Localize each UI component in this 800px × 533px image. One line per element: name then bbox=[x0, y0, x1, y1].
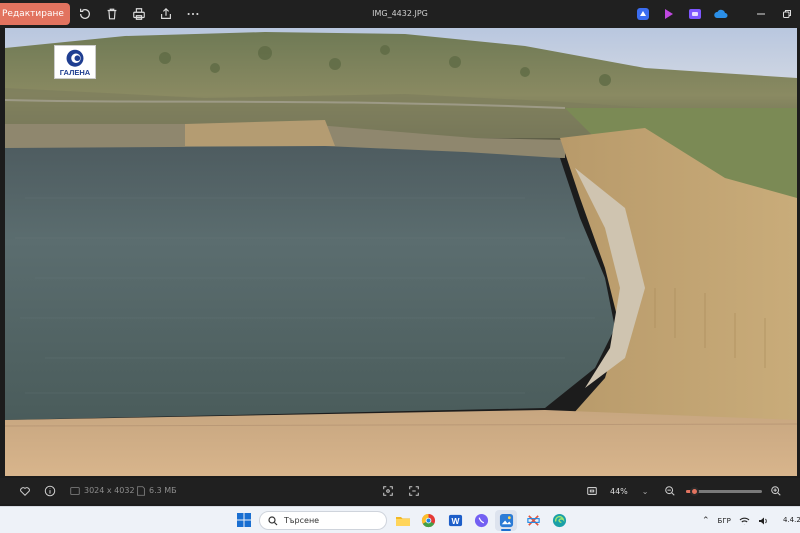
favorite-heart-icon[interactable] bbox=[18, 484, 32, 498]
zoom-slider[interactable] bbox=[686, 487, 762, 496]
wifi-icon[interactable] bbox=[739, 516, 750, 526]
onedrive-icon[interactable] bbox=[712, 5, 730, 23]
file-size: 6.3 МБ bbox=[149, 486, 177, 495]
copilot-icon[interactable] bbox=[686, 5, 704, 23]
crop-fit-icon[interactable] bbox=[381, 484, 395, 498]
file-explorer-icon[interactable] bbox=[392, 510, 414, 531]
windows-start-icon[interactable] bbox=[236, 512, 252, 528]
edge-icon[interactable] bbox=[548, 510, 570, 531]
chevron-up-icon[interactable]: ⌃ bbox=[702, 516, 710, 526]
language-indicator[interactable]: БГР bbox=[718, 517, 731, 525]
snipping-tool-icon[interactable] bbox=[522, 510, 544, 531]
word-icon[interactable]: W bbox=[444, 510, 466, 531]
search-icon bbox=[268, 515, 278, 525]
designer-icon[interactable] bbox=[660, 5, 678, 23]
minimize-icon[interactable] bbox=[748, 0, 774, 28]
app-shortcuts bbox=[634, 5, 730, 23]
taskbar-search-box[interactable]: Търсене bbox=[259, 511, 387, 530]
zoom-level-dropdown[interactable]: 44% ⌄ bbox=[602, 482, 652, 500]
volume-icon[interactable] bbox=[758, 516, 769, 526]
photos-app-icon[interactable] bbox=[495, 510, 517, 531]
chevron-down-icon: ⌄ bbox=[641, 486, 649, 496]
viber-icon[interactable] bbox=[470, 510, 492, 531]
lake-landscape-photo bbox=[5, 28, 797, 476]
chrome-icon[interactable] bbox=[417, 510, 439, 531]
galena-logo: ГАЛЕНА bbox=[54, 45, 96, 79]
windows-taskbar: Търсене W ⌃ БГР 4.4.20 bbox=[0, 506, 800, 533]
info-icon[interactable] bbox=[43, 484, 57, 498]
file-name-title: IMG_4432.JPG bbox=[372, 9, 428, 18]
delete-icon[interactable] bbox=[100, 3, 124, 25]
zoom-slider-thumb[interactable] bbox=[689, 487, 699, 496]
photos-app-window: Редактиране IMG_4432.JPG ГАЛЕНА 3024 x 4… bbox=[0, 0, 800, 533]
scan-text-icon[interactable] bbox=[407, 484, 421, 498]
fit-to-window-icon[interactable] bbox=[585, 484, 599, 498]
restore-icon[interactable] bbox=[774, 0, 800, 28]
clipchamp-icon[interactable] bbox=[634, 5, 652, 23]
edit-button[interactable]: Редактиране bbox=[0, 3, 70, 25]
active-app-indicator bbox=[501, 529, 511, 531]
window-controls bbox=[748, 0, 800, 28]
file-size-icon bbox=[134, 484, 148, 498]
search-placeholder: Търсене bbox=[284, 516, 320, 525]
image-dimensions: 3024 x 4032 bbox=[84, 486, 135, 495]
system-tray: ⌃ БГР bbox=[702, 507, 769, 533]
share-icon[interactable] bbox=[154, 3, 178, 25]
zoom-level-value: 44% bbox=[610, 486, 628, 496]
title-bar: Редактиране IMG_4432.JPG bbox=[0, 0, 800, 28]
taskbar-clock[interactable]: 4.4.20 bbox=[783, 516, 800, 524]
svg-text:W: W bbox=[451, 516, 459, 526]
rotate-icon[interactable] bbox=[73, 3, 97, 25]
svg-text:ГАЛЕНА: ГАЛЕНА bbox=[60, 68, 91, 77]
photo-viewer-image[interactable]: ГАЛЕНА bbox=[5, 28, 797, 476]
print-icon[interactable] bbox=[127, 3, 151, 25]
bottom-info-bar: 3024 x 4032 6.3 МБ 44% ⌄ bbox=[0, 478, 800, 504]
zoom-out-icon[interactable] bbox=[663, 484, 677, 498]
dimensions-icon bbox=[68, 484, 82, 498]
more-icon[interactable] bbox=[181, 3, 205, 25]
zoom-in-icon[interactable] bbox=[769, 484, 783, 498]
